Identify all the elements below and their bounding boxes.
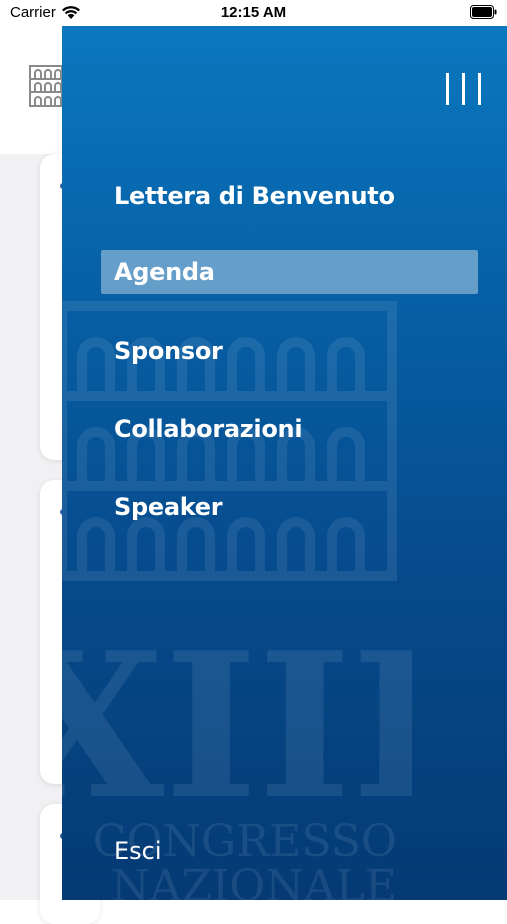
- watermark-numeral: XIII: [62, 609, 412, 844]
- logout-button[interactable]: Esci: [114, 837, 162, 865]
- arena-logo-icon[interactable]: [28, 62, 64, 110]
- menu-item-sponsor[interactable]: Sponsor: [101, 329, 478, 373]
- menu-item-lettera-di-benvenuto[interactable]: Lettera di Benvenuto: [101, 174, 478, 218]
- menu-bars-icon: [478, 73, 481, 105]
- watermark-line2: NAZIONALE: [111, 861, 397, 900]
- status-bar: Carrier 12:15 AM: [0, 0, 507, 26]
- menu-item-agenda[interactable]: Agenda: [101, 250, 478, 294]
- menu-toggle-button[interactable]: [444, 73, 484, 107]
- menu-bars-icon: [462, 73, 465, 105]
- menu-item-collaborazioni[interactable]: Collaborazioni: [101, 407, 478, 451]
- clock: 12:15 AM: [220, 4, 287, 21]
- congress-watermark: XIII CONGRESSO NAZIONALE: [62, 301, 412, 900]
- menu-bars-icon: [446, 73, 449, 105]
- navigation-drawer: XIII CONGRESSO NAZIONALE Lettera di Benv…: [62, 26, 507, 900]
- menu-item-speaker[interactable]: Speaker: [101, 485, 478, 529]
- battery-icon: [470, 5, 497, 19]
